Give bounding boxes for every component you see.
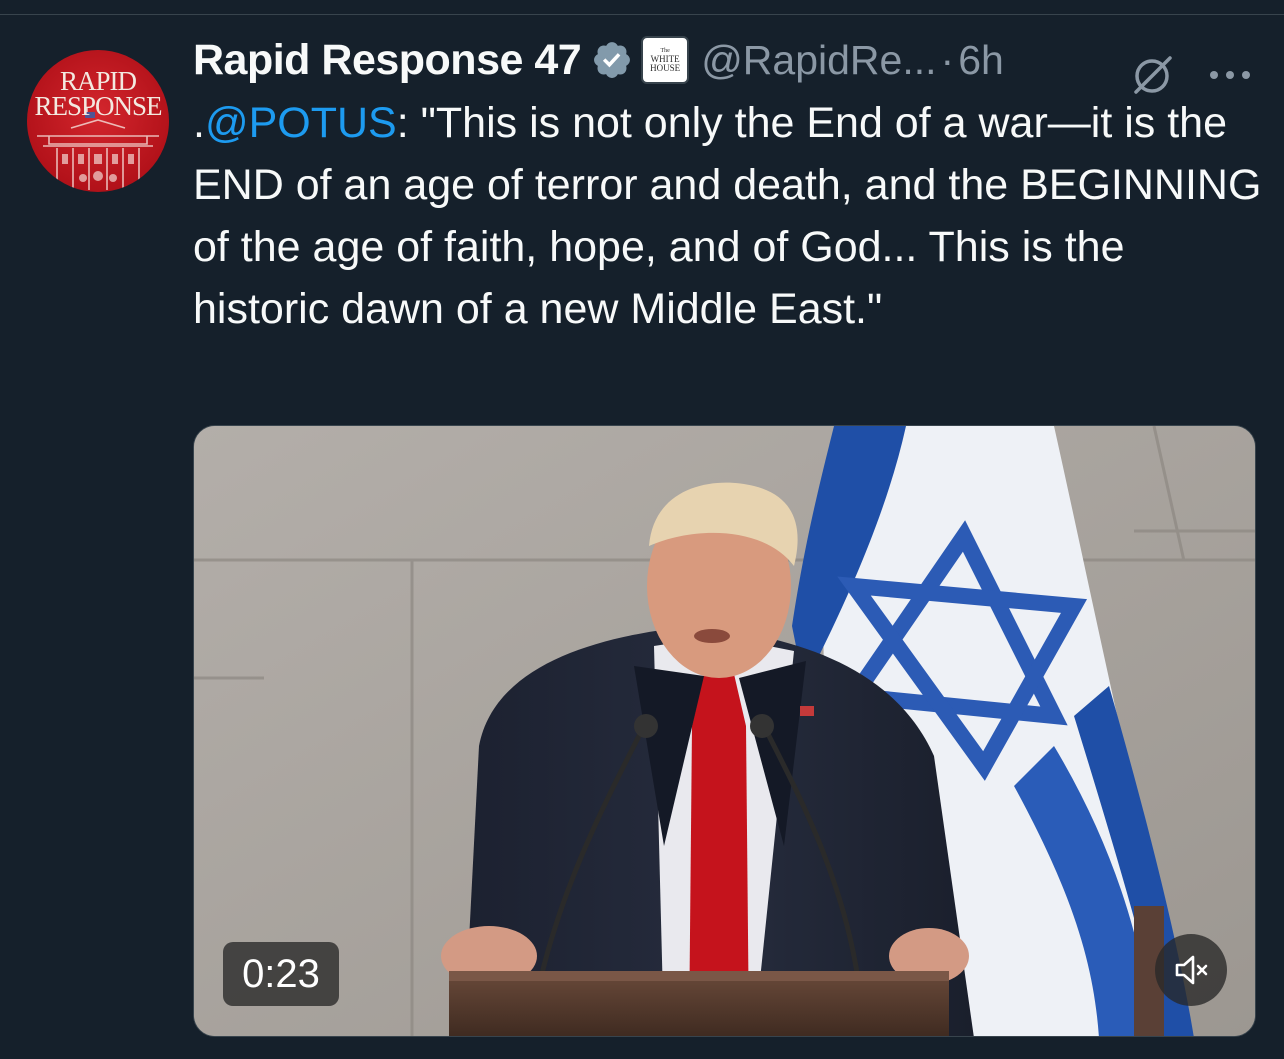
avatar-logo-line2: RESPONSE xyxy=(34,91,162,121)
avatar[interactable]: RAPID RESPONSE xyxy=(27,50,169,192)
video-duration: 0:23 xyxy=(223,942,339,1006)
tweet-text-prefix: . xyxy=(193,99,205,147)
author-handle[interactable]: @RapidRe... xyxy=(701,37,936,84)
video-thumbnail xyxy=(194,426,1255,1036)
tweet-header: Rapid Response 47 The WHITE HOUSE @Rapid… xyxy=(193,35,1004,85)
author-display-name[interactable]: Rapid Response 47 xyxy=(193,36,582,85)
tweet-text: .@POTUS: "This is not only the End of a … xyxy=(193,92,1268,340)
verified-badge-icon[interactable] xyxy=(591,39,633,81)
mute-button[interactable] xyxy=(1155,934,1227,1006)
volume-muted-icon xyxy=(1175,955,1208,985)
tweet-timestamp[interactable]: 6h xyxy=(958,37,1004,84)
separator-dot: · xyxy=(940,36,955,83)
affiliate-badge-line3: HOUSE xyxy=(650,62,681,73)
white-house-affiliate-badge[interactable]: The WHITE HOUSE xyxy=(641,36,690,84)
mention-link[interactable]: @POTUS xyxy=(205,99,397,147)
top-divider xyxy=(0,14,1284,15)
video-player[interactable] xyxy=(193,425,1256,1037)
more-options-icon[interactable] xyxy=(1206,60,1254,90)
